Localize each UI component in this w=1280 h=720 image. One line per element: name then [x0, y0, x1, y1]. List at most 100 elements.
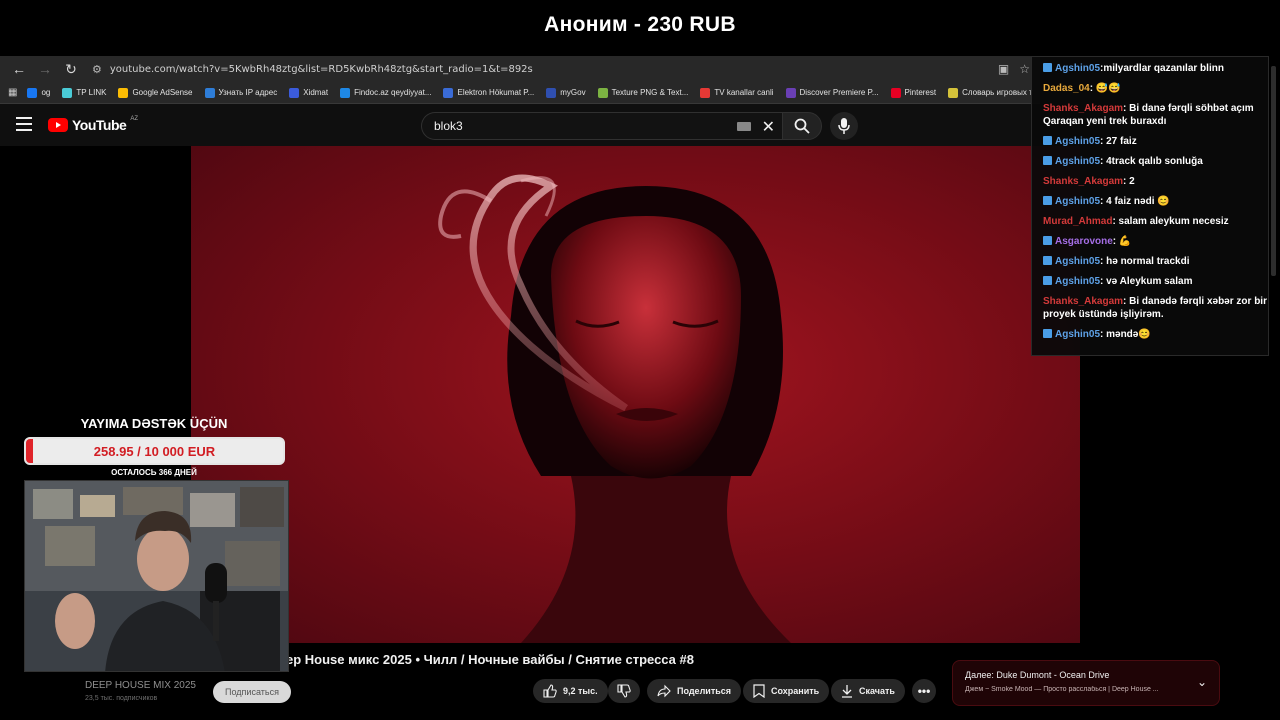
thumbs-down-icon [617, 684, 631, 698]
chat-text: : 💪 [1112, 236, 1132, 247]
browser-toolbar: ← → ↻ ⚙ youtube.com/watch?v=5KwbRh48ztg&… [0, 56, 1040, 82]
bookmark-favicon-icon [289, 87, 300, 98]
chat-message: Murad_Ahmad: salam aleykum necesiz [1043, 215, 1268, 228]
bookmark-favicon-icon [597, 87, 608, 98]
chat-username[interactable]: Shanks_Akagam [1043, 103, 1123, 114]
chat-username[interactable]: Agshin05 [1055, 256, 1100, 267]
bookmark-label: Узнать IP адрес [218, 88, 278, 97]
subscribe-button[interactable]: Подписаться [213, 681, 291, 703]
chat-text: : 4 faiz nədi 😊 [1100, 196, 1170, 207]
chat-username[interactable]: Agshin05 [1055, 156, 1100, 167]
search-icon [794, 118, 810, 134]
chat-text: : 2 [1123, 176, 1135, 187]
bookmarks-bar: ▦ og TP LINK Google AdSense Узнать IP адрес… [0, 82, 1040, 104]
video-artwork [438, 174, 791, 643]
download-button[interactable]: Скачать [831, 679, 905, 703]
chat-username[interactable]: Agshin05 [1055, 63, 1100, 74]
chevron-down-icon[interactable]: ⌄ [1197, 675, 1207, 689]
bookmark-item[interactable]: myGov [546, 87, 586, 98]
more-actions-button[interactable]: ••• [912, 679, 936, 703]
chat-badge-icon [1043, 63, 1052, 72]
bookmark-label: Pinterest [904, 88, 937, 97]
chat-username[interactable]: Agshin05 [1055, 276, 1100, 287]
region-code: AZ [130, 116, 138, 122]
chat-message: Agshin05:milyardlar qazanılar blinn [1043, 62, 1268, 75]
reload-button[interactable]: ↻ [60, 58, 82, 80]
chat-text: :milyardlar qazanılar blinn [1100, 63, 1224, 74]
bookmark-favicon-icon [785, 87, 796, 98]
bookmark-favicon-icon [948, 87, 959, 98]
chat-text: : və Aleykum salam [1100, 276, 1193, 287]
bookmark-label: Xidmat [303, 88, 329, 97]
clear-search-icon[interactable]: ✕ [762, 117, 775, 137]
chat-username[interactable]: Shanks_Akagam [1043, 176, 1123, 187]
chat-message: Agshin05: məndə😊 [1043, 328, 1268, 341]
save-button[interactable]: Сохранить [743, 679, 830, 703]
share-icon [657, 684, 671, 698]
youtube-logo[interactable]: YouTube AZ [48, 116, 138, 133]
like-button[interactable]: 9,2 тыс. [533, 679, 608, 703]
bookmark-item[interactable]: Словарь игровых т [948, 87, 1033, 98]
bookmark-item[interactable]: Google AdSense [118, 87, 193, 98]
donation-alert: Аноним - 230 RUB [544, 13, 736, 36]
chat-message: Dadas_04: 😅😅 [1043, 82, 1268, 95]
bookmark-item[interactable]: TV kanallar canli [700, 87, 774, 98]
site-info-icon[interactable]: ⚙ [92, 63, 102, 76]
chat-username[interactable]: Asgarovone [1055, 236, 1113, 247]
bookmark-item[interactable]: Xidmat [289, 87, 329, 98]
screenshot-icon[interactable]: ▣ [998, 62, 1009, 76]
bookmark-star-icon[interactable]: ☆ [1019, 62, 1030, 76]
search-input[interactable]: blok3 ✕ [421, 112, 785, 140]
bookmark-label: Discover Premiere P... [799, 88, 879, 97]
bookmark-favicon-icon [118, 87, 129, 98]
chat-message: Shanks_Akagam: Bi danədə fərqli xəbər zo… [1043, 295, 1268, 321]
share-button[interactable]: Поделиться [647, 679, 742, 703]
goal-progress-bar: 258.95 / 10 000 EUR [24, 437, 285, 465]
bookmark-item[interactable]: Узнать IP адрес [204, 87, 278, 98]
address-bar[interactable]: ⚙ youtube.com/watch?v=5KwbRh48ztg&list=R… [92, 58, 998, 80]
chat-username[interactable]: Agshin05 [1055, 196, 1100, 207]
chat-username[interactable]: Shanks_Akagam [1043, 296, 1123, 307]
bookmark-favicon-icon [890, 87, 901, 98]
stream-chat-overlay: Agshin05:milyardlar qazanılar blinn Dadas… [1031, 56, 1269, 356]
chat-username[interactable]: Agshin05 [1055, 329, 1100, 340]
stream-scene: Аноним - 230 RUB ← → ↻ ⚙ youtube.com/wat… [0, 0, 1280, 720]
up-next-card[interactable]: Далее: Duke Dumont - Ocean Drive Джем ~ … [952, 660, 1220, 706]
chat-username[interactable]: Murad_Ahmad [1043, 216, 1112, 227]
bookmark-label: myGov [560, 88, 586, 97]
forward-button[interactable]: → [34, 58, 56, 80]
bookmark-favicon-icon [27, 87, 38, 98]
chat-scrollbar[interactable] [1271, 66, 1276, 276]
subscriber-count: 23,5 тыс. подписчиков [85, 695, 158, 702]
bookmark-label: Elektron Hökumat P... [457, 88, 535, 97]
chat-username[interactable]: Dadas_04 [1043, 83, 1090, 94]
bookmark-item[interactable]: Texture PNG & Text... [597, 87, 688, 98]
chat-text: : salam aleykum necesiz [1112, 216, 1229, 227]
bookmark-item[interactable]: TP LINK [62, 87, 106, 98]
like-count: 9,2 тыс. [563, 686, 598, 696]
bookmark-item[interactable]: Pinterest [890, 87, 937, 98]
hamburger-menu-icon[interactable] [16, 117, 32, 131]
keyboard-icon[interactable] [737, 122, 751, 131]
chat-badge-icon [1043, 256, 1052, 265]
bookmark-item[interactable]: Findoc.az qeydiyyat... [340, 87, 431, 98]
chat-username[interactable]: Agshin05 [1055, 136, 1100, 147]
back-button[interactable]: ← [8, 58, 30, 80]
chat-badge-icon [1043, 329, 1052, 338]
apps-grid-icon[interactable]: ▦ [8, 87, 17, 98]
up-next-title: Далее: Duke Dumont - Ocean Drive [965, 670, 1110, 680]
chat-message: Asgarovone: 💪 [1043, 235, 1268, 248]
voice-search-button[interactable] [830, 112, 858, 140]
bookmark-item[interactable]: og [27, 87, 50, 98]
bookmark-favicon-icon [62, 87, 73, 98]
channel-name[interactable]: DEEP HOUSE MIX 2025 [85, 680, 196, 691]
dislike-button[interactable] [608, 679, 640, 703]
search-button[interactable] [782, 112, 822, 140]
bookmark-label: Словарь игровых т [962, 88, 1033, 97]
chat-text: : hə normal trackdi [1100, 256, 1190, 267]
video-frame[interactable] [191, 146, 1080, 643]
share-label: Поделиться [677, 686, 732, 696]
bookmark-favicon-icon [204, 87, 215, 98]
bookmark-item[interactable]: Elektron Hökumat P... [443, 87, 535, 98]
bookmark-item[interactable]: Discover Premiere P... [785, 87, 879, 98]
